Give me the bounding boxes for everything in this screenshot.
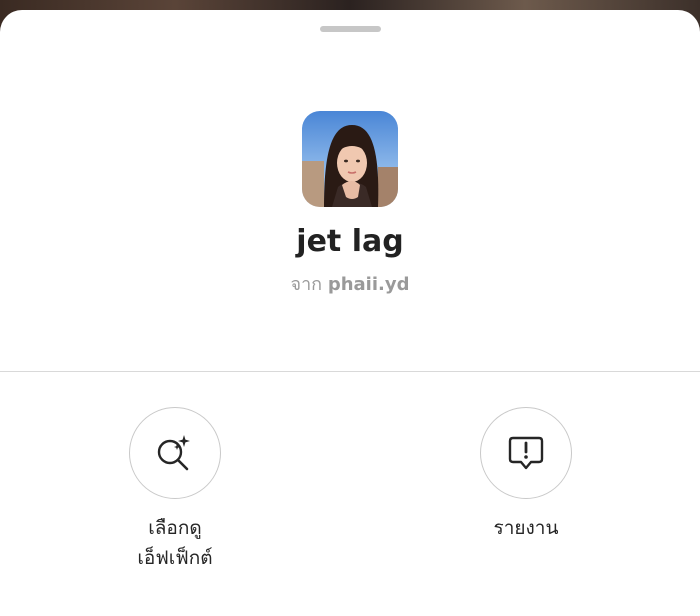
browse-effects-label: เลือกดู เอ็ฟเฟ็กต์ [75,513,275,573]
sheet-grab-handle[interactable] [320,26,381,32]
section-divider [0,371,700,372]
browse-effects-label-line1: เลือกดู [148,517,202,539]
effect-title: jet lag [296,224,404,259]
effect-preview-image [302,111,398,207]
browse-effects-circle[interactable] [129,407,221,499]
effect-creator: จาก phaii.yd [0,269,700,298]
browse-effects-label-line2: เอ็ฟเฟ็กต์ [137,547,213,569]
browse-effects-button[interactable]: เลือกดู เอ็ฟเฟ็กต์ [75,407,275,573]
report-label: รายงาน [493,517,559,539]
report-button[interactable]: รายงาน [426,407,626,543]
effect-bottom-sheet: jet lag จาก phaii.yd เลือกดู เอ็ฟเฟ็กต์ [0,10,700,616]
report-exclamation-icon [508,436,544,470]
creator-name-link[interactable]: phaii.yd [328,274,410,295]
creator-prefix: จาก [290,274,323,295]
search-sparkle-icon [157,435,190,471]
effect-thumbnail [302,111,398,207]
report-circle[interactable] [480,407,572,499]
